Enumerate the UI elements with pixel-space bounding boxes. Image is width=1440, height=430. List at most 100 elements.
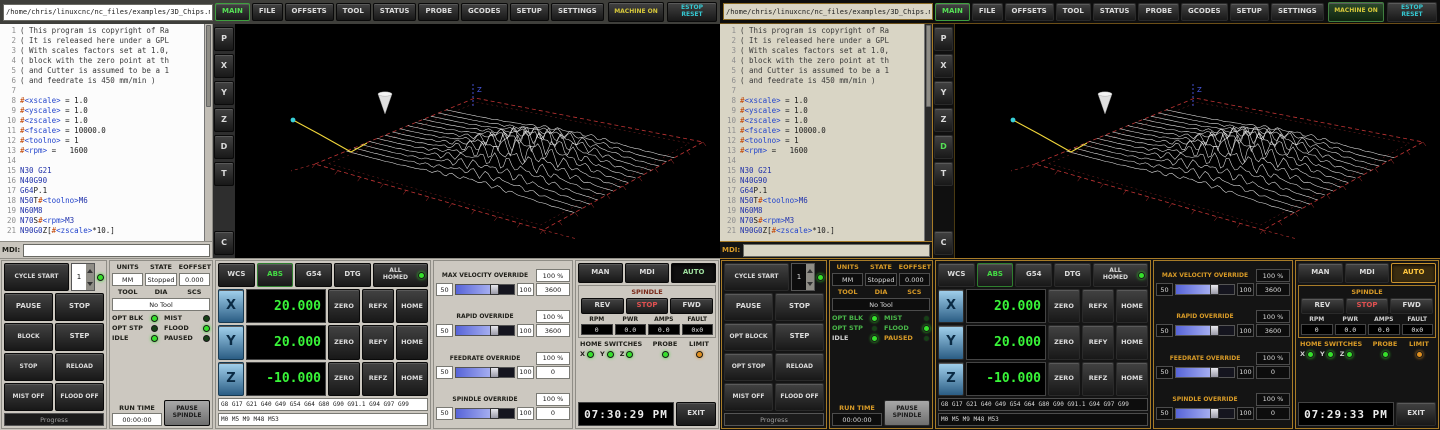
- g54-button[interactable]: G54: [295, 263, 332, 287]
- flood-button[interactable]: FLOOD OFF: [55, 383, 104, 411]
- step-button[interactable]: STEP: [55, 323, 104, 351]
- gcode-scrollbar[interactable]: [204, 24, 212, 241]
- home-axis-button[interactable]: HOME: [396, 289, 428, 323]
- stop-button[interactable]: STOP: [775, 293, 824, 321]
- spindle-button[interactable]: REV: [1301, 298, 1344, 314]
- slider-handle[interactable]: [490, 408, 499, 419]
- cycle-count-input[interactable]: [72, 264, 86, 290]
- menu-button[interactable]: OFFSETS: [285, 3, 334, 21]
- cycle-start-button[interactable]: CYCLE START: [4, 263, 69, 291]
- axis-select-button[interactable]: Y: [218, 325, 244, 359]
- menu-button[interactable]: TOOL: [336, 3, 371, 21]
- view-button[interactable]: P: [934, 27, 953, 51]
- spinner-up-icon[interactable]: [87, 269, 93, 273]
- view-button[interactable]: C: [214, 231, 234, 255]
- zero-axis-button[interactable]: ZERO: [328, 289, 360, 323]
- mode-button[interactable]: MAN: [578, 263, 623, 283]
- dtg-button[interactable]: DTG: [334, 263, 371, 287]
- zero-axis-button[interactable]: ZERO: [1048, 325, 1080, 359]
- scrollbar-thumb[interactable]: [926, 25, 931, 107]
- zero-axis-button[interactable]: ZERO: [328, 362, 360, 396]
- pause-button[interactable]: PAUSE: [4, 293, 53, 321]
- g54-button[interactable]: G54: [1015, 263, 1052, 287]
- view-button[interactable]: Z: [934, 108, 953, 132]
- view-button[interactable]: X: [934, 54, 953, 78]
- zero-axis-button[interactable]: ZERO: [1048, 362, 1080, 396]
- pause-spindle-button[interactable]: PAUSE SPINDLE: [164, 400, 210, 426]
- opt-block-button[interactable]: BLOCK: [4, 323, 53, 351]
- machine-on-button[interactable]: MACHINE ON: [1328, 2, 1384, 22]
- view-button[interactable]: C: [934, 231, 953, 255]
- scrollbar-thumb[interactable]: [206, 25, 211, 107]
- home-axis-button[interactable]: HOME: [396, 325, 428, 359]
- view-button[interactable]: Y: [934, 81, 953, 105]
- gcode-scrollbar[interactable]: [924, 24, 932, 241]
- home-axis-button[interactable]: HOME: [1116, 362, 1148, 396]
- view-button[interactable]: Y: [214, 81, 234, 105]
- reload-button[interactable]: RELOAD: [55, 353, 104, 381]
- reload-button[interactable]: RELOAD: [775, 353, 824, 381]
- spinner-up-icon[interactable]: [807, 269, 813, 273]
- spinner-down-icon[interactable]: [807, 282, 813, 286]
- all-homed-button[interactable]: ALL HOMED: [373, 263, 428, 287]
- mdi-input[interactable]: [743, 244, 930, 257]
- spindle-button[interactable]: REV: [581, 298, 624, 314]
- slider-handle[interactable]: [490, 284, 499, 295]
- mode-button[interactable]: MDI: [625, 263, 670, 283]
- override-slider[interactable]: [455, 367, 515, 378]
- mode-button[interactable]: AUTO: [1391, 263, 1436, 283]
- home-axis-button[interactable]: HOME: [1116, 289, 1148, 323]
- override-slider[interactable]: [1175, 367, 1235, 378]
- view-button[interactable]: D: [934, 135, 953, 159]
- override-slider[interactable]: [1175, 284, 1235, 295]
- wcs-button[interactable]: WCS: [218, 263, 255, 287]
- slider-handle[interactable]: [490, 367, 499, 378]
- estop-reset-button[interactable]: ESTOP RESET: [1387, 2, 1437, 22]
- estop-reset-button[interactable]: ESTOP RESET: [667, 2, 717, 22]
- machine-on-button[interactable]: MACHINE ON: [608, 2, 664, 22]
- mode-button[interactable]: AUTO: [671, 263, 716, 283]
- menu-button[interactable]: GCODES: [461, 3, 507, 21]
- menu-button[interactable]: TOOL: [1056, 3, 1091, 21]
- axis-select-button[interactable]: X: [938, 289, 964, 323]
- preview-canvas[interactable]: Z: [235, 24, 720, 258]
- slider-handle[interactable]: [490, 325, 499, 336]
- menu-button[interactable]: SETUP: [510, 3, 549, 21]
- axis-select-button[interactable]: Z: [218, 362, 244, 396]
- dtg-button[interactable]: DTG: [1054, 263, 1091, 287]
- spindle-button[interactable]: STOP: [1346, 298, 1389, 314]
- view-button[interactable]: D: [214, 135, 234, 159]
- mist-button[interactable]: MIST OFF: [724, 383, 773, 411]
- preview-canvas[interactable]: Z: [955, 24, 1440, 258]
- ref-axis-button[interactable]: REFY: [362, 325, 394, 359]
- mdi-input[interactable]: [23, 244, 210, 257]
- menu-button[interactable]: MAIN: [935, 3, 970, 21]
- axis-select-button[interactable]: X: [218, 289, 244, 323]
- slider-handle[interactable]: [1210, 284, 1219, 295]
- slider-handle[interactable]: [1210, 408, 1219, 419]
- menu-button[interactable]: STATUS: [1093, 3, 1137, 21]
- home-axis-button[interactable]: HOME: [1116, 325, 1148, 359]
- file-path-input[interactable]: [3, 4, 213, 21]
- home-axis-button[interactable]: HOME: [396, 362, 428, 396]
- override-slider[interactable]: [455, 325, 515, 336]
- override-slider[interactable]: [1175, 408, 1235, 419]
- menu-button[interactable]: MAIN: [215, 3, 250, 21]
- spindle-button[interactable]: FWD: [1390, 298, 1433, 314]
- step-button[interactable]: STEP: [775, 323, 824, 351]
- opt-stop-button[interactable]: STOP: [4, 353, 53, 381]
- cycle-counter[interactable]: [791, 263, 815, 291]
- menu-button[interactable]: PROBE: [1138, 3, 1179, 21]
- menu-button[interactable]: OFFSETS: [1005, 3, 1054, 21]
- counter-spinner[interactable]: [806, 264, 814, 290]
- axis-select-button[interactable]: Y: [938, 325, 964, 359]
- cycle-count-input[interactable]: [792, 264, 806, 290]
- menu-button[interactable]: SETTINGS: [551, 3, 604, 21]
- exit-button[interactable]: EXIT: [676, 402, 716, 426]
- spindle-button[interactable]: STOP: [626, 298, 669, 314]
- opt-stop-button[interactable]: OPT STOP: [724, 353, 773, 381]
- pause-button[interactable]: PAUSE: [724, 293, 773, 321]
- menu-button[interactable]: SETTINGS: [1271, 3, 1324, 21]
- spinner-down-icon[interactable]: [87, 282, 93, 286]
- file-path-input[interactable]: [723, 3, 933, 20]
